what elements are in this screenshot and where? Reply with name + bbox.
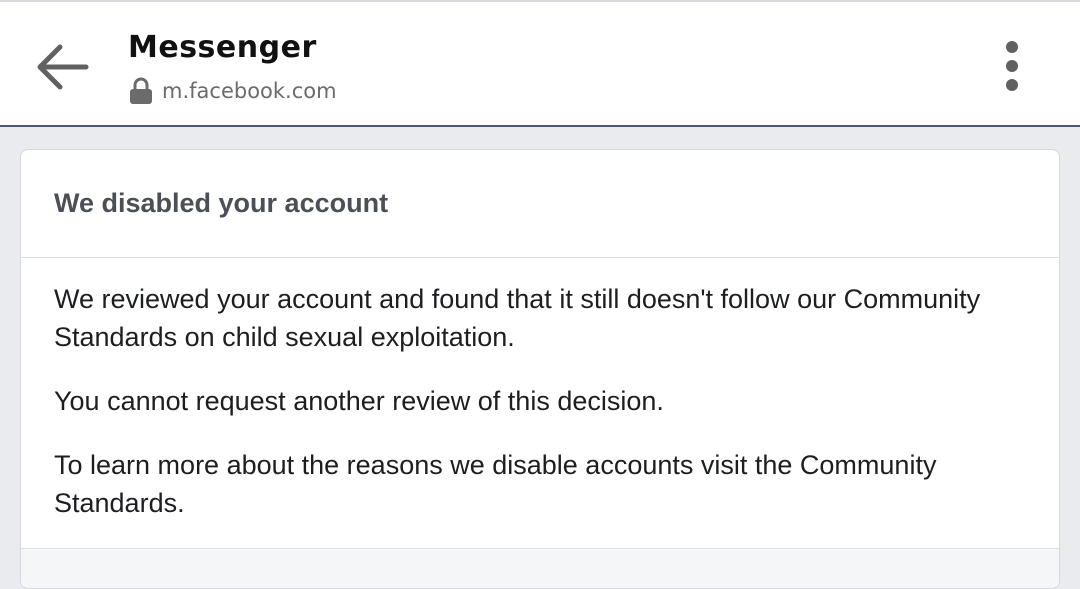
url-row: m.facebook.com (128, 76, 337, 106)
browser-toolbar: Messenger m.facebook.com (0, 0, 1080, 127)
arrow-left-icon (37, 44, 89, 90)
no-review-text: You cannot request another review of thi… (54, 386, 664, 416)
learn-more-text[interactable]: To learn more about the reasons we disab… (54, 446, 1026, 522)
more-options-button[interactable] (990, 36, 1034, 96)
app-title: Messenger (128, 30, 317, 65)
card-footer (21, 548, 1059, 588)
more-vertical-icon (1006, 41, 1018, 91)
lock-icon (130, 77, 152, 104)
url-text[interactable]: m.facebook.com (162, 79, 337, 103)
card-title: We disabled your account (54, 188, 389, 218)
review-result-text: We reviewed your account and found that … (54, 284, 981, 352)
card-body: We reviewed your account and found that … (21, 258, 1059, 522)
card-header: We disabled your account (21, 150, 1059, 258)
account-disabled-card: We disabled your account We reviewed you… (20, 149, 1060, 589)
back-button[interactable] (30, 34, 96, 100)
